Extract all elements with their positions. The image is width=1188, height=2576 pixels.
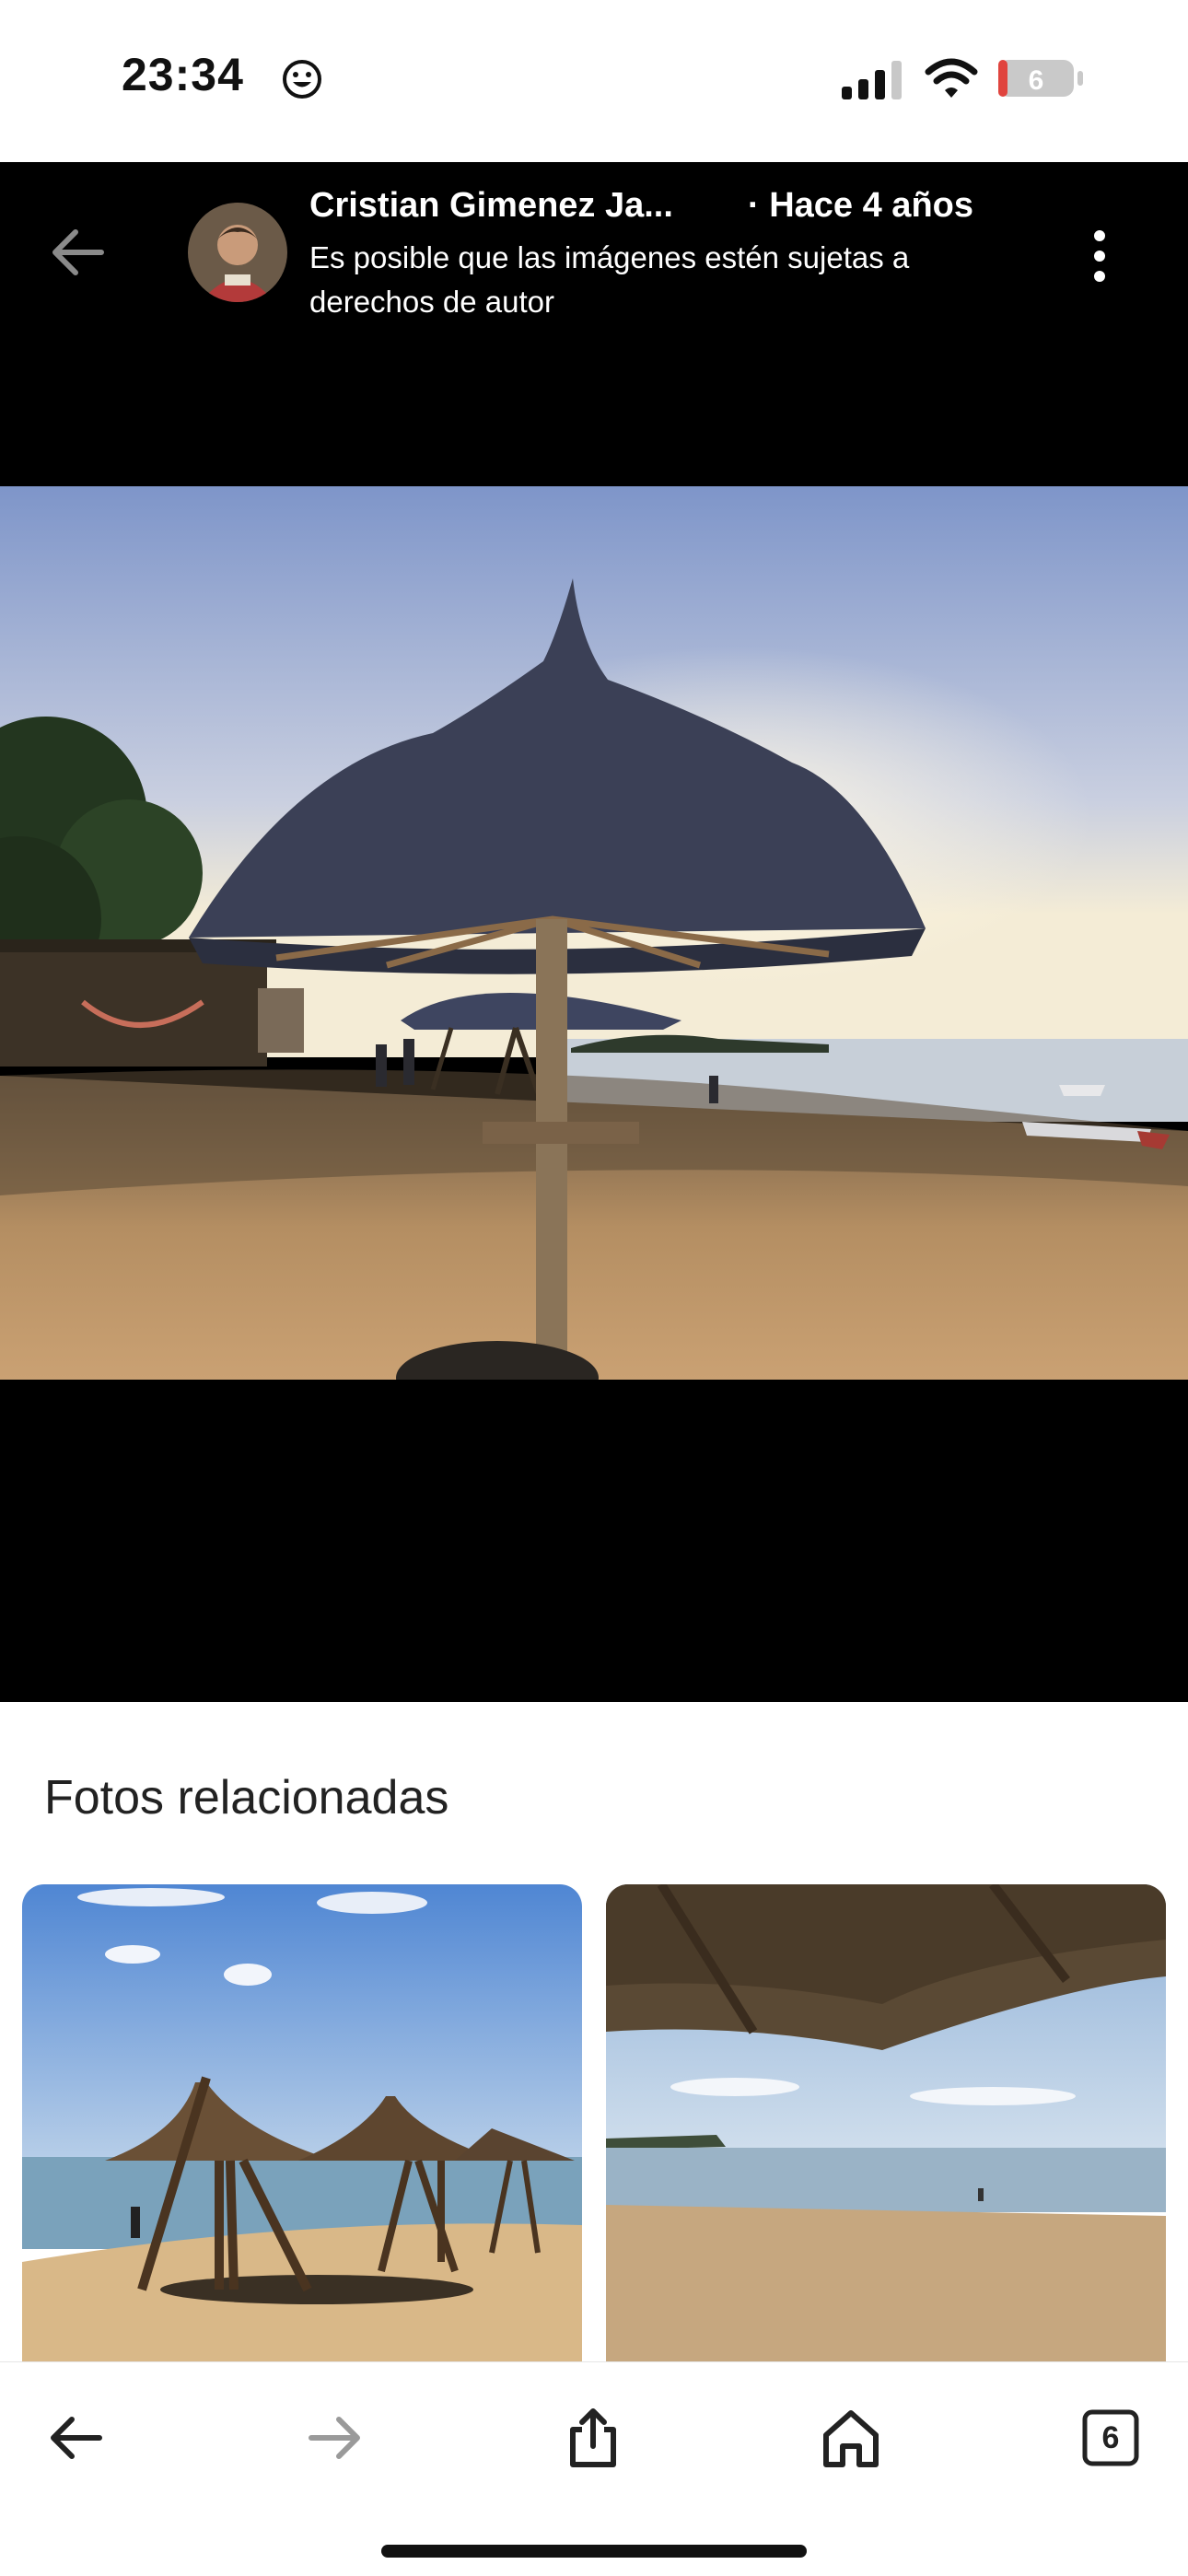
copyright-notice: Es posible que las imágenes estén sujeta… bbox=[309, 240, 910, 319]
post-time: · Hace 4 años bbox=[748, 186, 973, 225]
wifi-icon bbox=[925, 57, 978, 99]
tabs-icon[interactable]: 6 bbox=[1066, 2394, 1155, 2482]
more-options-icon[interactable] bbox=[1076, 227, 1124, 286]
tabs-count: 6 bbox=[1101, 2419, 1120, 2455]
related-photos-title: Fotos relacionadas bbox=[44, 1771, 449, 1824]
home-icon[interactable] bbox=[807, 2394, 895, 2482]
viewer-header: Cristian Gimenez Ja... · Hace 4 años Es … bbox=[0, 162, 1188, 319]
forward-arrow-icon[interactable] bbox=[291, 2394, 379, 2482]
main-photo[interactable] bbox=[0, 486, 1188, 1380]
battery-level: 6 bbox=[1029, 65, 1044, 96]
cellular-signal-icon bbox=[842, 61, 906, 101]
author-avatar[interactable] bbox=[188, 203, 287, 302]
home-indicator[interactable] bbox=[381, 2545, 807, 2558]
share-icon[interactable] bbox=[549, 2394, 637, 2482]
related-photo-1[interactable] bbox=[22, 1884, 582, 2363]
status-bar: 23:34 6 bbox=[0, 0, 1188, 162]
back-arrow-icon[interactable] bbox=[31, 2394, 120, 2482]
emoji-face-icon bbox=[282, 59, 322, 99]
author-name[interactable]: Cristian Gimenez Ja... bbox=[309, 186, 673, 226]
browser-toolbar: 6 bbox=[0, 2361, 1188, 2576]
battery-icon: 6 bbox=[996, 57, 1085, 99]
image-viewer: Cristian Gimenez Ja... · Hace 4 años Es … bbox=[0, 162, 1188, 1702]
status-time: 23:34 bbox=[122, 49, 244, 100]
related-photo-2[interactable] bbox=[606, 1884, 1166, 2363]
back-arrow-icon[interactable] bbox=[48, 227, 107, 278]
